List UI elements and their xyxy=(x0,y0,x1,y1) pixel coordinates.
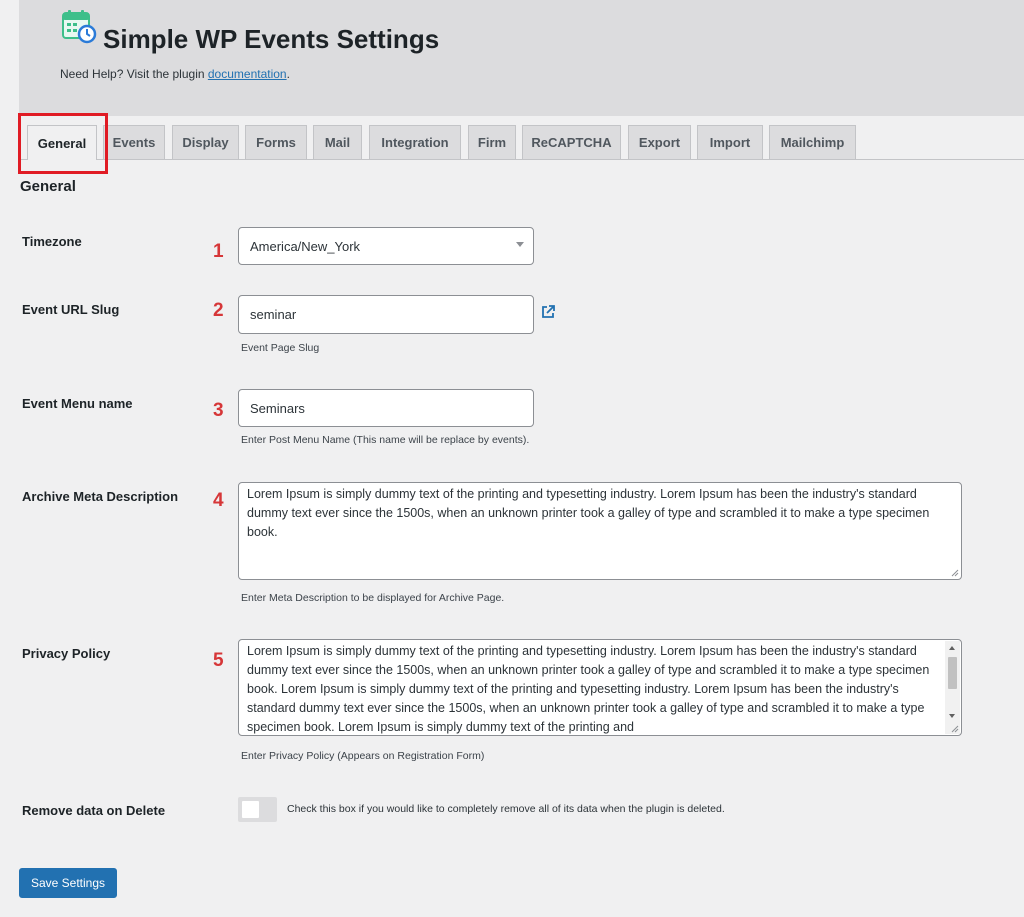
remove-data-label: Remove data on Delete xyxy=(22,803,166,818)
save-settings-button[interactable]: Save Settings xyxy=(19,868,117,898)
tab-import[interactable]: Import xyxy=(697,125,763,159)
privacy-label: Privacy Policy xyxy=(22,646,111,661)
tab-display[interactable]: Display xyxy=(172,125,239,159)
tab-recaptcha[interactable]: ReCAPTCHA xyxy=(522,125,621,159)
privacy-textarea[interactable]: Lorem Ipsum is simply dummy text of the … xyxy=(238,639,962,736)
archive-meta-label: Archive Meta Description xyxy=(22,489,179,504)
archive-meta-textarea[interactable]: Lorem Ipsum is simply dummy text of the … xyxy=(238,482,962,580)
resize-grip-icon[interactable] xyxy=(951,725,959,733)
menu-name-label: Event Menu name xyxy=(22,396,133,411)
remove-data-toggle[interactable] xyxy=(238,797,277,822)
remove-data-description: Check this box if you would like to comp… xyxy=(287,803,725,815)
tab-mailchimp[interactable]: Mailchimp xyxy=(769,125,856,159)
toggle-knob xyxy=(242,801,259,818)
step-number-4: 4 xyxy=(213,490,224,511)
tab-mail[interactable]: Mail xyxy=(313,125,362,159)
timezone-label: Timezone xyxy=(22,234,82,249)
external-link-icon[interactable] xyxy=(541,305,555,319)
tab-firm[interactable]: Firm xyxy=(468,125,516,159)
tab-events[interactable]: Events xyxy=(103,125,165,159)
privacy-description: Enter Privacy Policy (Appears on Registr… xyxy=(241,750,485,762)
step-number-1: 1 xyxy=(213,241,224,262)
help-text: Need Help? Visit the plugin documentatio… xyxy=(60,67,290,81)
documentation-link[interactable]: documentation xyxy=(208,67,287,81)
tab-highlight-box xyxy=(18,113,108,174)
slug-description: Event Page Slug xyxy=(241,342,320,354)
step-number-2: 2 xyxy=(213,300,224,321)
page-header: Simple WP Events Settings Need Help? Vis… xyxy=(19,0,1024,116)
step-number-3: 3 xyxy=(213,400,224,421)
menu-name-input[interactable]: Seminars xyxy=(238,389,534,427)
timezone-value: America/New_York xyxy=(250,238,361,254)
privacy-text: Lorem Ipsum is simply dummy text of the … xyxy=(247,644,930,734)
section-title: General xyxy=(20,178,76,195)
scroll-down-icon[interactable] xyxy=(949,714,955,718)
scroll-up-icon[interactable] xyxy=(949,646,955,650)
slug-label: Event URL Slug xyxy=(22,302,120,317)
page-title: Simple WP Events Settings xyxy=(103,24,440,54)
resize-grip-icon[interactable] xyxy=(951,569,959,577)
tab-forms[interactable]: Forms xyxy=(245,125,307,159)
privacy-scrollbar[interactable] xyxy=(945,641,960,734)
timezone-select[interactable]: America/New_York xyxy=(238,227,534,265)
slug-input[interactable]: seminar xyxy=(238,295,534,334)
tab-integration[interactable]: Integration xyxy=(369,125,461,159)
chevron-down-icon xyxy=(516,242,524,247)
archive-meta-text: Lorem Ipsum is simply dummy text of the … xyxy=(247,487,930,539)
calendar-clock-icon xyxy=(62,10,97,44)
step-number-5: 5 xyxy=(213,650,224,671)
menu-name-description: Enter Post Menu Name (This name will be … xyxy=(241,434,530,446)
tab-export[interactable]: Export xyxy=(628,125,691,159)
scrollbar-thumb[interactable] xyxy=(948,657,957,689)
tabs-divider xyxy=(19,159,1024,160)
archive-meta-description: Enter Meta Description to be displayed f… xyxy=(241,592,505,604)
